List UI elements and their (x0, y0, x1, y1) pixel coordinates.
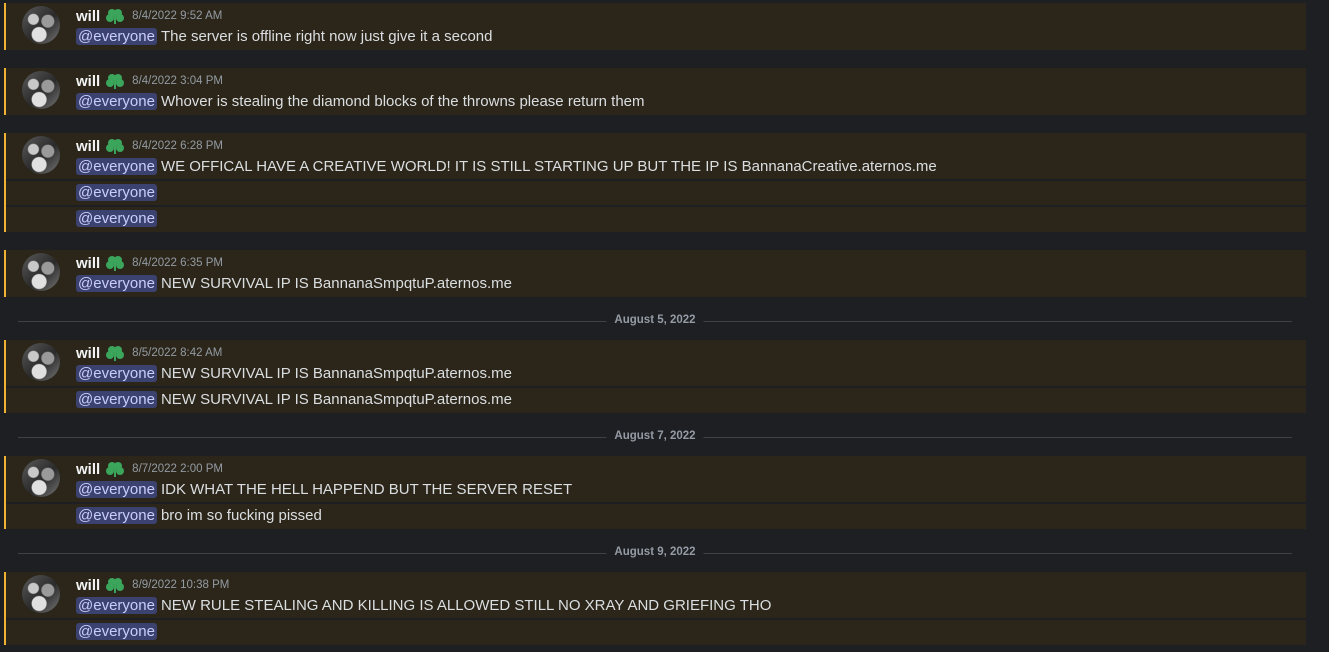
mention-everyone[interactable]: @everyone (76, 157, 157, 175)
avatar[interactable] (22, 575, 60, 613)
message-header: will 8/7/2022 2:00 PM (76, 459, 223, 479)
message-header: will 8/5/2022 8:42 AM (76, 343, 222, 363)
timestamp: 8/7/2022 2:00 PM (132, 463, 223, 475)
message-line: @everyone NEW SURVIVAL IP IS BannanaSmpq… (6, 389, 1306, 409)
message-group: will 8/4/2022 9:52 AM @everyone The serv… (4, 3, 1306, 50)
mention-everyone[interactable]: @everyone (76, 209, 157, 227)
message-line: @everyone (6, 182, 1306, 202)
date-divider: August 7, 2022 (18, 430, 1292, 442)
username[interactable]: will (76, 138, 100, 155)
username[interactable]: will (76, 345, 100, 362)
clover-badge-icon (106, 578, 125, 593)
avatar[interactable] (22, 253, 60, 291)
mention-everyone[interactable]: @everyone (76, 480, 157, 498)
clover-badge-icon (106, 462, 125, 477)
avatar[interactable] (22, 6, 60, 44)
avatar[interactable] (22, 71, 60, 109)
mention-everyone[interactable]: @everyone (76, 390, 157, 408)
username[interactable]: will (76, 73, 100, 90)
mention-everyone[interactable]: @everyone (76, 183, 157, 201)
clover-badge-icon (106, 9, 125, 24)
message-text: bro im so fucking pissed (160, 506, 322, 524)
message-header: will 8/4/2022 6:35 PM (76, 253, 223, 273)
timestamp: 8/4/2022 3:04 PM (132, 75, 223, 87)
message-line: @everyone (6, 621, 1306, 641)
username[interactable]: will (76, 461, 100, 478)
message-text: IDK WHAT THE HELL HAPPEND BUT THE SERVER… (160, 480, 573, 498)
mention-everyone[interactable]: @everyone (76, 596, 157, 614)
message-header: will 8/4/2022 6:28 PM (76, 136, 223, 156)
timestamp: 8/4/2022 6:28 PM (132, 140, 223, 152)
date-divider: August 9, 2022 (18, 546, 1292, 558)
message-header: will 8/9/2022 10:38 PM (76, 575, 229, 595)
avatar[interactable] (22, 343, 60, 381)
message-header: will 8/4/2022 3:04 PM (76, 71, 223, 91)
date-divider-label: August 7, 2022 (606, 430, 704, 442)
username[interactable]: will (76, 255, 100, 272)
message-text: NEW RULE STEALING AND KILLING IS ALLOWED… (160, 596, 772, 614)
line-separator (6, 386, 1306, 388)
line-separator (6, 179, 1306, 181)
avatar[interactable] (22, 459, 60, 497)
message-text: NEW SURVIVAL IP IS BannanaSmpqtuP.aterno… (160, 390, 512, 408)
line-separator (6, 205, 1306, 207)
mention-everyone[interactable]: @everyone (76, 364, 157, 382)
mention-everyone[interactable]: @everyone (76, 506, 157, 524)
clover-badge-icon (106, 256, 125, 271)
clover-badge-icon (106, 346, 125, 361)
message-group: will 8/4/2022 6:28 PM @everyone WE OFFIC… (4, 133, 1306, 232)
message-line: @everyone NEW SURVIVAL IP IS BannanaSmpq… (76, 273, 512, 293)
message-text: NEW SURVIVAL IP IS BannanaSmpqtuP.aterno… (160, 364, 512, 382)
message-text: NEW SURVIVAL IP IS BannanaSmpqtuP.aterno… (160, 274, 512, 292)
message-feed: will 8/4/2022 9:52 AM @everyone The serv… (0, 0, 1329, 652)
message-text: Whover is stealing the diamond blocks of… (160, 92, 645, 110)
message-group: will 8/9/2022 10:38 PM @everyone NEW RUL… (4, 572, 1306, 645)
timestamp: 8/9/2022 10:38 PM (132, 579, 230, 591)
message-text: WE OFFICAL HAVE A CREATIVE WORLD! IT IS … (160, 157, 937, 175)
message-line: @everyone IDK WHAT THE HELL HAPPEND BUT … (76, 479, 572, 499)
username[interactable]: will (76, 577, 100, 594)
message-group: will 8/5/2022 8:42 AM @everyone NEW SURV… (4, 340, 1306, 413)
timestamp: 8/4/2022 6:35 PM (132, 257, 223, 269)
clover-badge-icon (106, 139, 125, 154)
message-text: The server is offline right now just giv… (160, 27, 493, 45)
date-divider-label: August 5, 2022 (606, 314, 704, 326)
mention-everyone[interactable]: @everyone (76, 27, 157, 45)
line-separator (6, 502, 1306, 504)
message-line: @everyone WE OFFICAL HAVE A CREATIVE WOR… (76, 156, 937, 176)
line-separator (6, 618, 1306, 620)
message-line: @everyone bro im so fucking pissed (6, 505, 1306, 525)
mention-everyone[interactable]: @everyone (76, 92, 157, 110)
message-group: will 8/4/2022 3:04 PM @everyone Whover i… (4, 68, 1306, 115)
username[interactable]: will (76, 8, 100, 25)
mention-everyone[interactable]: @everyone (76, 274, 157, 292)
date-divider: August 5, 2022 (18, 314, 1292, 326)
clover-badge-icon (106, 74, 125, 89)
message-header: will 8/4/2022 9:52 AM (76, 6, 222, 26)
message-group: will 8/7/2022 2:00 PM @everyone IDK WHAT… (4, 456, 1306, 529)
timestamp: 8/4/2022 9:52 AM (132, 10, 223, 22)
message-line: @everyone (6, 208, 1306, 228)
avatar[interactable] (22, 136, 60, 174)
message-line: @everyone NEW RULE STEALING AND KILLING … (76, 595, 771, 615)
message-line: @everyone The server is offline right no… (76, 26, 493, 46)
message-line: @everyone Whover is stealing the diamond… (76, 91, 645, 111)
date-divider-label: August 9, 2022 (606, 546, 704, 558)
message-line: @everyone NEW SURVIVAL IP IS BannanaSmpq… (76, 363, 512, 383)
mention-everyone[interactable]: @everyone (76, 622, 157, 640)
message-group: will 8/4/2022 6:35 PM @everyone NEW SURV… (4, 250, 1306, 297)
timestamp: 8/5/2022 8:42 AM (132, 347, 223, 359)
